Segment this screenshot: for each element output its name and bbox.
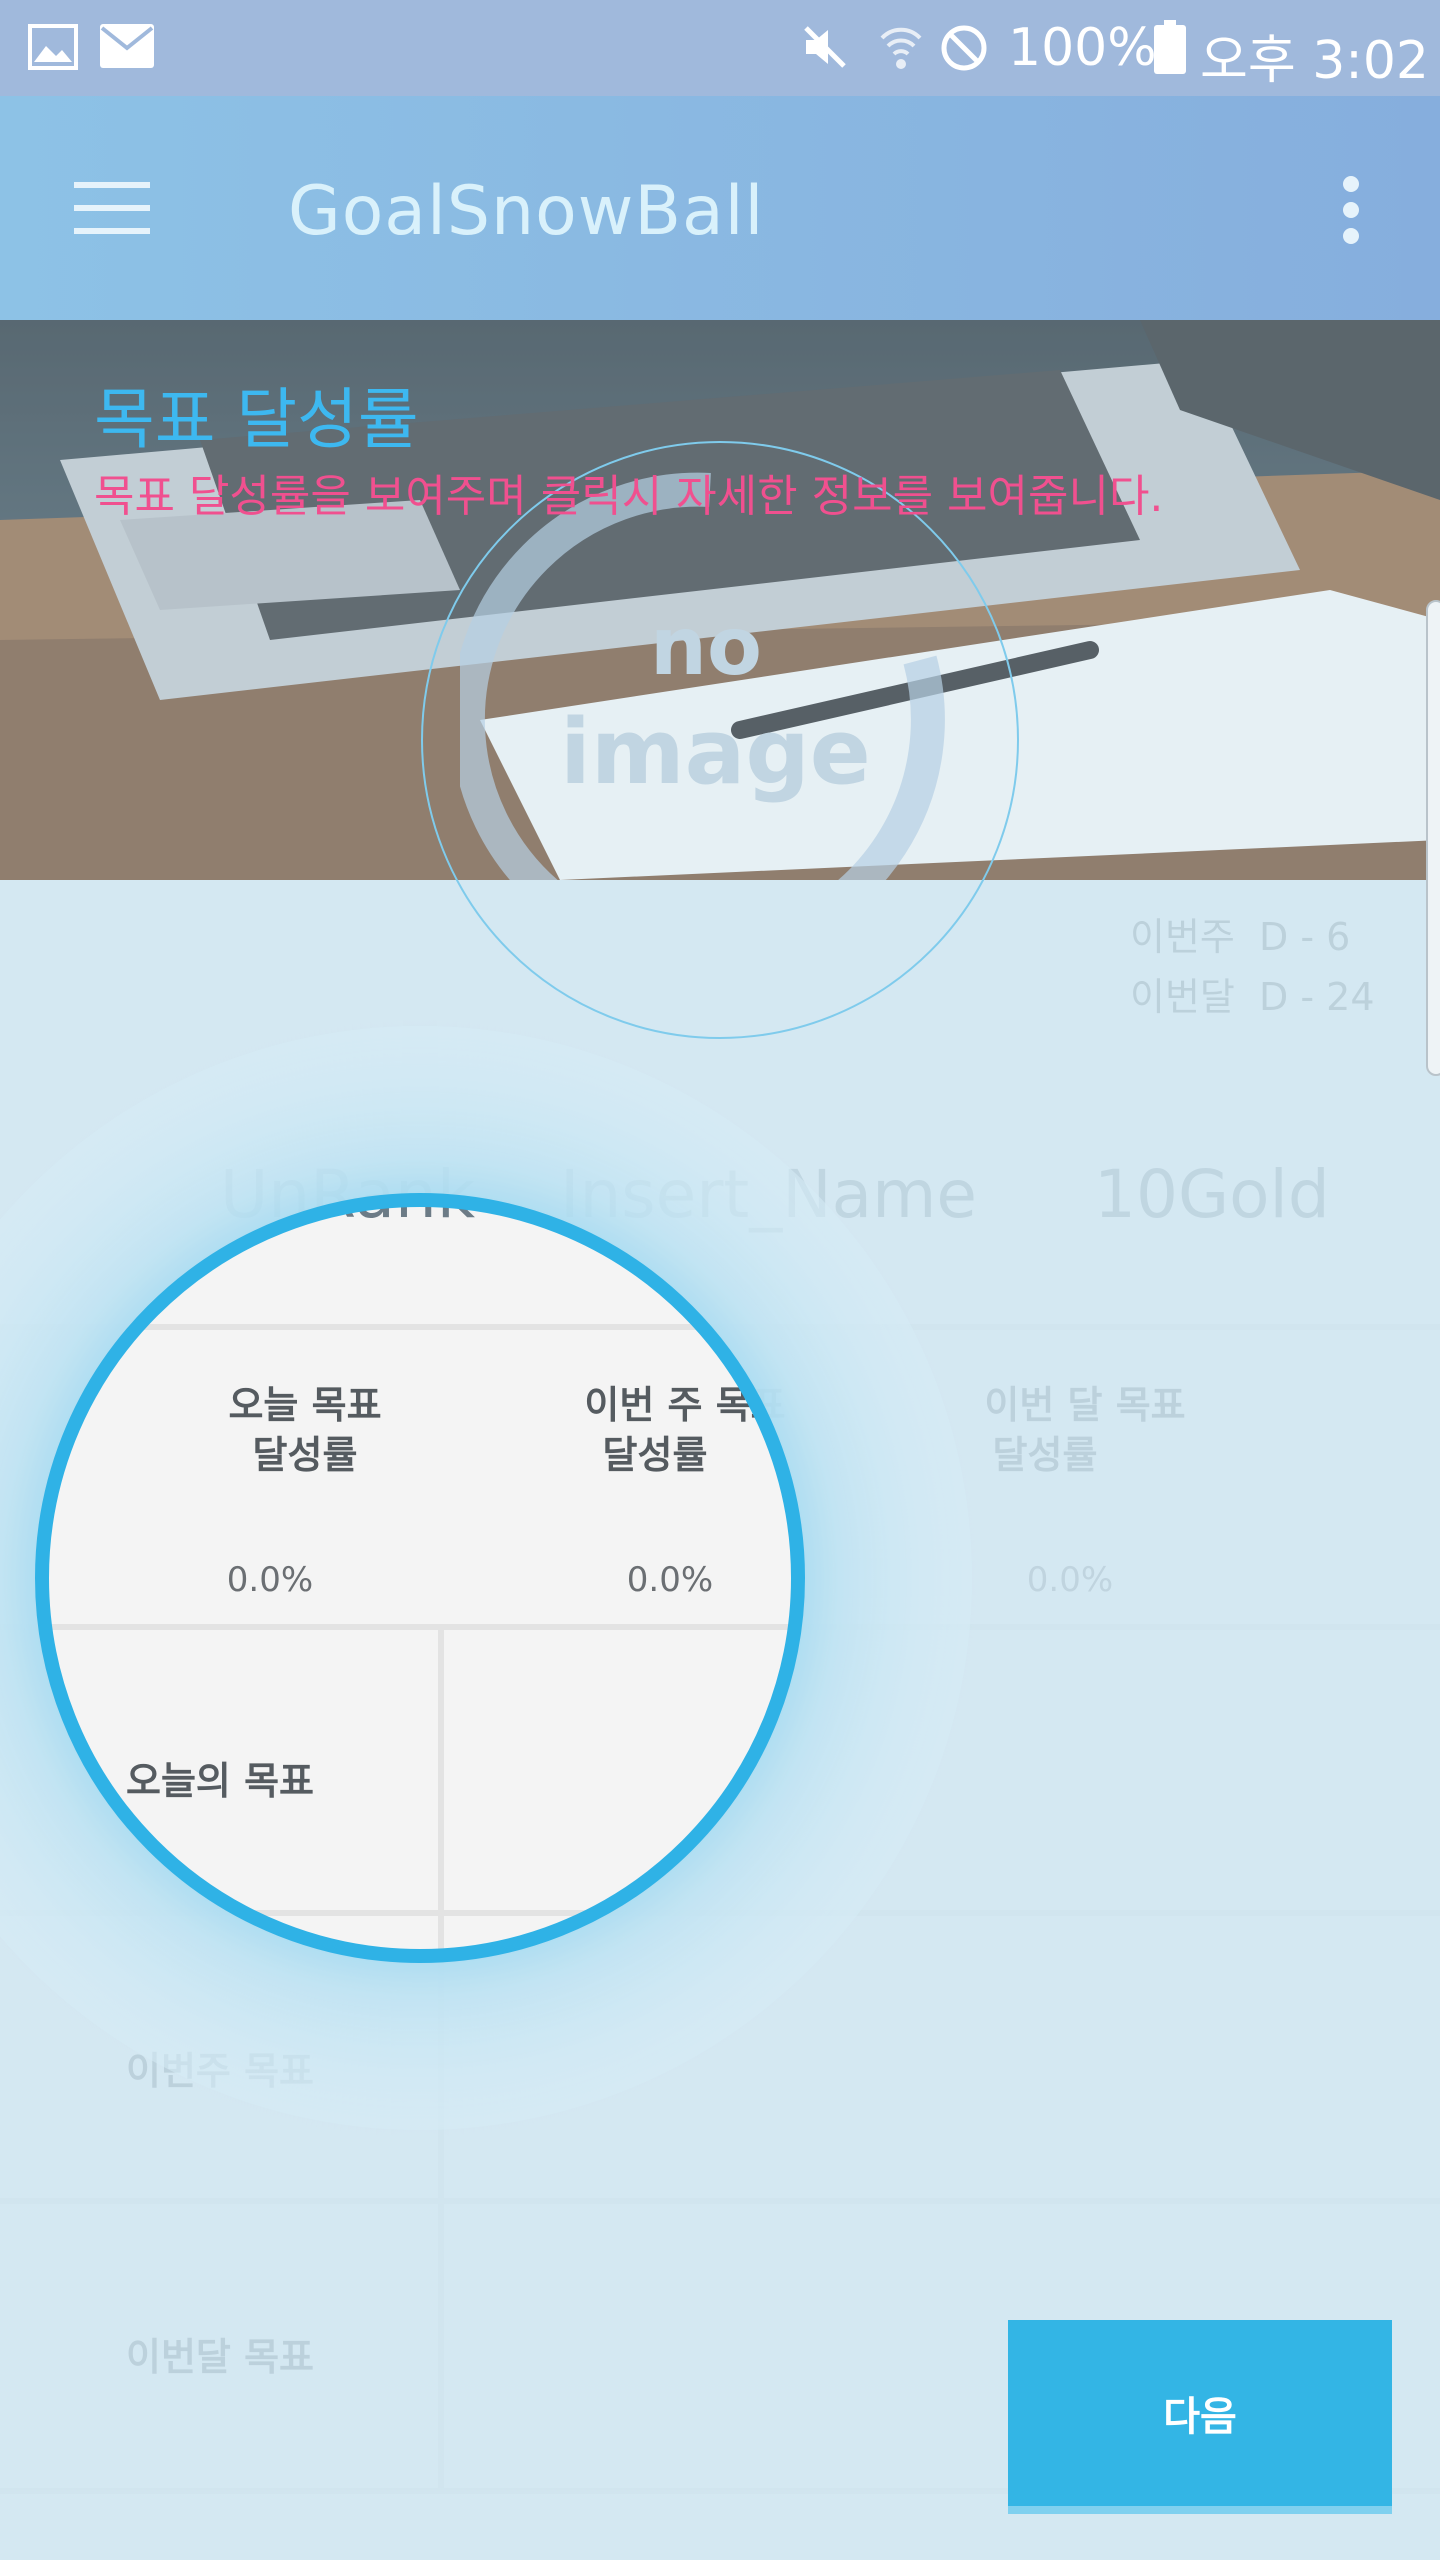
stat-week[interactable]: 이번 주 목표 달성률 0.0% xyxy=(540,1374,830,1634)
stat-month[interactable]: 이번 달 목표 달성률 0.0% xyxy=(940,1374,1230,1634)
tutorial-description: 목표 달성률을 보여주며 클릭시 자세한 정보를 보여줍니다. xyxy=(94,471,1164,522)
next-button-label: 다음 xyxy=(1163,2394,1237,2440)
stat-label: 이번 달 목표 달성률 xyxy=(940,1380,1230,1480)
stat-label-line: 달성률 xyxy=(602,1433,708,1477)
goal-row-week[interactable]: 이번주 목표 xyxy=(60,2040,380,2095)
hamburger-icon[interactable] xyxy=(74,182,150,234)
mute-icon xyxy=(804,26,846,68)
battery-icon xyxy=(1154,20,1186,74)
stat-value: 0.0% xyxy=(226,1560,314,1600)
stat-label-line: 오늘 목표 xyxy=(228,1383,382,1427)
app-title: GoalSnowBall xyxy=(288,172,765,251)
stat-label: 오늘 목표 달성률 xyxy=(160,1380,450,1480)
goal-row-month[interactable]: 이번달 목표 xyxy=(60,2326,380,2381)
tutorial-heading: 목표 달성률 xyxy=(94,381,419,458)
block-icon xyxy=(941,25,987,71)
week-dday: 이번주 D - 6 xyxy=(1130,915,1351,959)
stat-today[interactable]: 오늘 목표 달성률 0.0% xyxy=(160,1374,450,1634)
stat-label-line: 이번 주 목표 xyxy=(584,1383,786,1427)
divider xyxy=(0,1910,1440,1916)
stat-value: 0.0% xyxy=(1026,1560,1114,1600)
goal-row-today[interactable]: 오늘의 목표 xyxy=(60,1750,380,1805)
stat-value: 0.0% xyxy=(626,1560,714,1600)
vertical-divider xyxy=(438,1630,444,2490)
wifi-icon xyxy=(880,27,922,69)
stat-label-line: 달성률 xyxy=(992,1433,1098,1477)
rank-label: UnRank xyxy=(220,1156,476,1233)
user-name: Insert_Name xyxy=(560,1156,978,1233)
divider xyxy=(0,1324,1440,1330)
gallery-icon xyxy=(28,24,78,70)
status-bar: 100% 오후 3:02 xyxy=(0,0,1440,96)
month-dday: 이번달 D - 24 xyxy=(1130,975,1375,1019)
battery-percent: 100% xyxy=(1008,18,1157,78)
stat-label-line: 달성률 xyxy=(252,1433,358,1477)
clock: 오후 3:02 xyxy=(1200,31,1429,91)
scroll-edge-handle[interactable] xyxy=(1426,600,1440,1076)
divider xyxy=(0,2198,1440,2204)
more-vert-icon[interactable] xyxy=(1336,176,1366,244)
stat-label-line: 이번 달 목표 xyxy=(984,1383,1186,1427)
mail-icon xyxy=(100,24,154,68)
next-button[interactable]: 다음 xyxy=(1008,2320,1392,2506)
dashboard-content xyxy=(0,880,1440,2560)
gold-amount: 10Gold xyxy=(1094,1156,1330,1233)
app-bar: GoalSnowBall xyxy=(0,96,1440,320)
stat-label: 이번 주 목표 달성률 xyxy=(540,1380,830,1480)
